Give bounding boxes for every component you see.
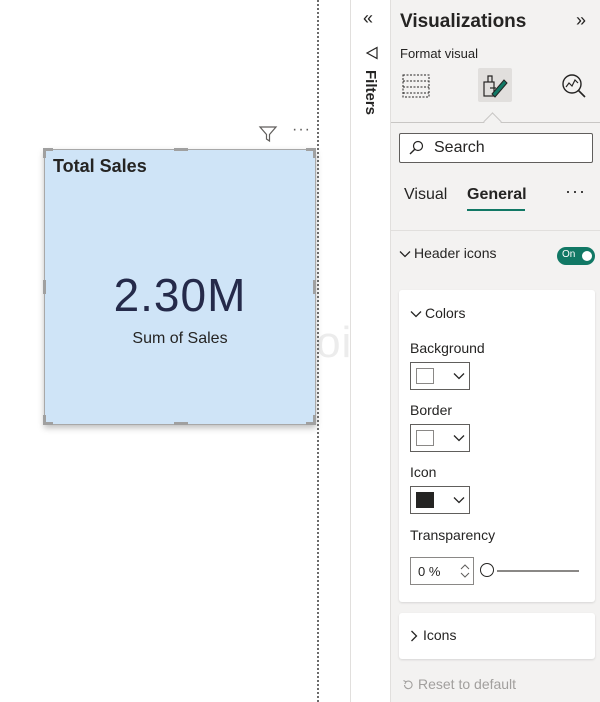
more-options-icon[interactable]: ··· (292, 121, 311, 139)
reset-label: Reset to default (418, 676, 517, 692)
border-label: Border (410, 402, 453, 418)
border-color-picker[interactable] (410, 424, 470, 452)
icons-section[interactable]: Icons (399, 613, 595, 659)
canvas-boundary (317, 0, 319, 702)
more-tabs-icon[interactable]: ··· (565, 181, 586, 202)
resize-handle-top-left-v[interactable] (43, 148, 46, 158)
chevron-down-icon (399, 251, 411, 258)
toggle-label: On (562, 249, 576, 260)
header-icons-card[interactable]: Header icons (399, 245, 497, 261)
transparency-value: 0 % (418, 564, 441, 579)
background-color-picker[interactable] (410, 362, 470, 390)
filters-pane-collapsed[interactable]: « Filters (350, 0, 391, 702)
card-title: Total Sales (53, 156, 147, 176)
icon-color-picker[interactable] (410, 486, 470, 514)
pane-title: Visualizations (400, 11, 527, 32)
search-input[interactable]: Search (399, 133, 593, 163)
resize-handle-bottom-mid[interactable] (174, 422, 188, 425)
format-visual-label: Format visual (400, 46, 479, 61)
transparency-label: Transparency (410, 527, 496, 543)
spinner-icon[interactable] (460, 562, 470, 580)
icon-swatch (416, 492, 434, 508)
chevron-down-icon (453, 435, 465, 442)
reset-to-default[interactable]: Reset to default (402, 676, 516, 692)
analytics-icon[interactable] (557, 68, 591, 102)
resize-handle-bottom-left-v[interactable] (43, 415, 46, 425)
border-swatch (416, 430, 434, 446)
tab-pointer (483, 112, 502, 131)
toggle-knob (582, 251, 592, 261)
icons-section-header[interactable]: Icons (410, 627, 456, 643)
expand-right-icon[interactable]: » (576, 10, 586, 31)
resize-handle-top-mid[interactable] (174, 148, 188, 151)
chevron-down-icon (453, 497, 465, 504)
background-swatch (416, 368, 434, 384)
build-visual-icon[interactable] (399, 68, 433, 102)
transparency-slider-thumb[interactable] (480, 563, 494, 577)
tab-general[interactable]: General (467, 186, 527, 204)
search-icon (409, 140, 424, 155)
report-canvas: javaTpoint ··· Total Sales 2.30M Sum of … (0, 0, 390, 702)
filter-pane-icon[interactable] (365, 46, 379, 60)
background-label: Background (410, 340, 485, 356)
transparency-slider-track[interactable] (497, 570, 579, 572)
visual-header: ··· (258, 121, 318, 144)
resize-handle-top-right-v[interactable] (313, 148, 316, 158)
active-tab-underline (467, 209, 525, 211)
search-placeholder: Search (434, 139, 485, 156)
tabs-divider (391, 230, 600, 231)
card-visual[interactable]: Total Sales 2.30M Sum of Sales (44, 149, 316, 425)
header-icons-label: Header icons (414, 245, 497, 261)
reset-icon (403, 680, 413, 690)
chevron-down-icon (410, 311, 422, 318)
collapse-left-icon[interactable]: « (363, 8, 373, 29)
icons-section-title: Icons (423, 627, 457, 643)
colors-section-title: Colors (425, 305, 466, 321)
card-label: Sum of Sales (132, 330, 228, 347)
chevron-right-icon (411, 630, 418, 642)
format-visual-tab[interactable] (478, 68, 512, 102)
filter-icon[interactable] (258, 124, 278, 144)
header-icons-toggle[interactable]: On (557, 247, 595, 265)
resize-handle-right-mid[interactable] (313, 280, 316, 294)
chevron-down-icon (453, 373, 465, 380)
resize-handle-left-mid[interactable] (43, 280, 46, 294)
visualizations-pane: Visualizations » Format visual Search Vi… (391, 0, 600, 702)
colors-section: Colors Background Border Icon Transparen… (399, 290, 595, 602)
tab-visual[interactable]: Visual (404, 186, 447, 204)
card-value: 2.30M (113, 269, 247, 321)
resize-handle-bottom-right-v[interactable] (313, 415, 316, 425)
format-visual-icon (483, 75, 508, 98)
transparency-input[interactable]: 0 % (410, 557, 474, 585)
colors-section-header[interactable]: Colors (410, 305, 465, 321)
filters-label[interactable]: Filters (362, 70, 379, 115)
icon-label: Icon (410, 464, 437, 480)
